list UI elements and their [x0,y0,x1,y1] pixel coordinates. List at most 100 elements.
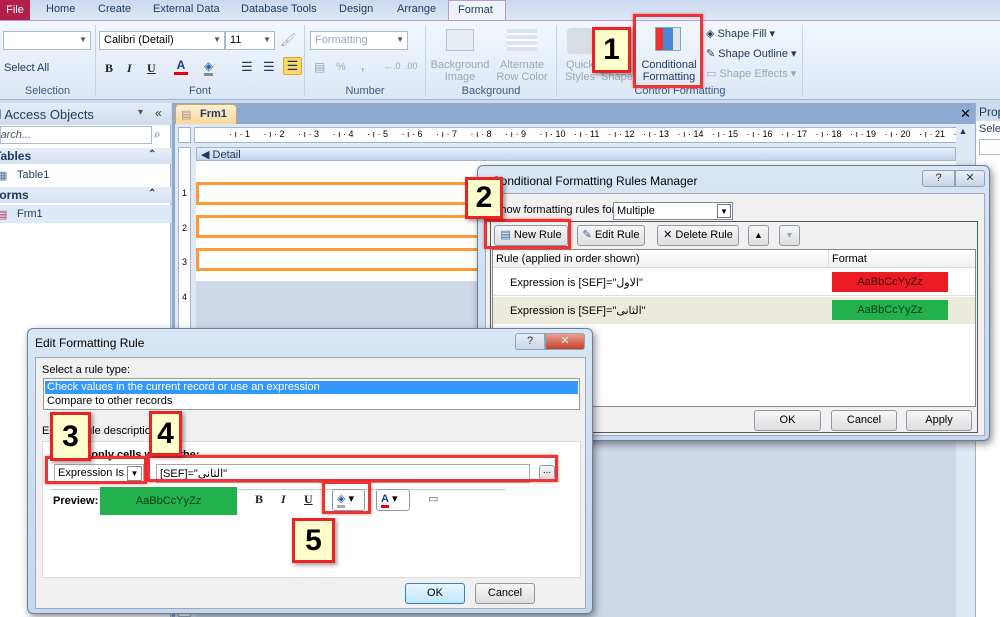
font-size-combo[interactable]: 11 ▼ [225,31,275,50]
rule-type-option-selected[interactable]: Check values in the current record or us… [45,381,578,394]
ok-button[interactable]: OK [405,583,465,604]
scroll-up-arrow[interactable]: ▲ [956,126,970,144]
rule-row[interactable]: Expression is [SEF]="الاول" AaBbCcYyZz [493,269,975,296]
arrow-down-icon: ▼ [785,230,794,240]
tab-design[interactable]: Design [339,3,373,15]
shape-fill-button[interactable]: ◈ Shape Fill ▾ [706,27,775,40]
rule-type-list[interactable]: Check values in the current record or us… [43,378,580,410]
align-left-icon[interactable]: ☰ [241,59,253,75]
ruler-corner [178,127,191,143]
selection-combo[interactable] [979,139,1000,155]
nav-item-frm1[interactable]: ▤ Frm1 [0,205,171,223]
currency-icon[interactable]: ▤ [314,60,325,74]
nav-search-input[interactable]: Search... [0,126,152,144]
italic-toggle[interactable]: I [281,492,286,507]
ribbon: ▼ Select All Selection Calibri (Detail) ▼… [0,20,1000,100]
alternate-row-color-icon [507,29,537,51]
detail-section-bar[interactable]: ◀ Detail [196,147,956,161]
background-image-icon [446,29,474,51]
tab-file[interactable]: File [0,0,30,21]
collapse-pane-icon[interactable]: « [155,106,162,120]
ruler-tick-label: · ı · 16 [746,129,773,139]
group-separator [556,25,557,97]
underline-button[interactable]: U [147,61,156,76]
close-document-icon[interactable]: ✕ [960,106,971,122]
number-format-combo[interactable]: Formatting ▼ [310,31,408,50]
increase-decimals-icon[interactable]: ←.0 [384,61,401,71]
background-image-button[interactable]: Background Image [430,59,490,83]
font-color-button[interactable]: A ▾ [376,489,410,511]
bold-button[interactable]: B [105,61,113,76]
search-placeholder: Search... [0,129,32,141]
nav-item-table1[interactable]: ▦ Table1 [0,166,171,184]
tab-home[interactable]: Home [46,3,75,15]
close-button[interactable]: ✕ [545,333,585,350]
percent-button[interactable]: % [336,61,346,73]
nav-header[interactable]: All Access Objects ▾ « [0,103,171,125]
bold-toggle[interactable]: B [255,492,263,507]
nav-section-tables[interactable]: Tables ⌃ [0,148,171,164]
apply-button[interactable]: Apply [906,410,972,431]
enable-control-icon[interactable]: ▭ [428,492,438,505]
edit-rule-button[interactable]: ✎ Edit Rule [577,225,645,246]
align-center-icon[interactable]: ☰ [263,59,275,75]
delete-rule-button[interactable]: ✕ Delete Rule [657,225,739,246]
tab-database-tools[interactable]: Database Tools [241,3,317,15]
underline-toggle[interactable]: U [304,492,313,507]
column-header-format: Format [832,253,867,265]
shape-outline-label: Shape Outline [718,48,788,60]
align-right-icon[interactable]: ☰ [283,57,302,75]
ruler-tick-label: · ı · 20 [884,129,911,139]
move-up-button[interactable]: ▲ [748,225,769,246]
cancel-button[interactable]: Cancel [475,583,535,604]
tab-frm1[interactable]: ▤ Frm1 [175,104,237,124]
rule-text: Expression is [SEF]="الاول" [510,277,643,289]
tab-create[interactable]: Create [98,3,131,15]
form-icon: ▤ [0,209,8,221]
font-color-icon[interactable]: A [174,58,188,75]
close-button[interactable]: ✕ [955,170,985,187]
chevron-down-icon: ▼ [79,35,87,44]
ruler-tick-label: 1 [182,188,188,198]
ruler-tick-label: 2 [182,222,188,233]
chevron-down-icon[interactable]: ▾ [138,107,143,118]
fill-color-icon[interactable]: ◈ [204,59,214,76]
font-name-combo[interactable]: Calibri (Detail) ▼ [99,31,225,50]
alternate-row-color-button[interactable]: Alternate Row Color [492,59,552,83]
dialog-title: Conditional Formatting Rules Manager [492,174,698,188]
italic-button[interactable]: I [127,61,132,76]
ok-button[interactable]: OK [754,410,821,431]
table-icon: ▦ [0,170,8,182]
highlight-new-rule [484,219,571,249]
chevron-down-icon: ▼ [263,35,271,44]
object-combo[interactable]: ▼ [3,31,91,50]
ruler-tick-label: · ı · 12 [608,129,635,139]
shape-outline-button[interactable]: ✎ Shape Outline ▾ [706,47,797,60]
nav-section-forms[interactable]: Forms ⌃ [0,187,171,203]
tab-format[interactable]: Format [448,0,506,22]
cancel-button[interactable]: Cancel [831,410,897,431]
help-button[interactable]: ? [922,170,955,187]
search-icon[interactable]: ⌕ [154,127,161,142]
format-painter-icon[interactable]: 🖌 [280,32,297,48]
show-rules-for-select[interactable]: Multiple ▼ [613,202,733,220]
highlight-fill-color [322,481,371,514]
move-down-button[interactable]: ▼ [779,225,800,246]
select-all-button[interactable]: Select All [4,62,49,74]
ruler-tick-label: · ı · 7 [436,129,458,139]
callout-2: 2 [465,177,503,219]
help-button[interactable]: ? [515,333,545,350]
preview-sample: AaBbCcYyZz [100,487,237,515]
collapse-icon: ⌃ [148,188,157,199]
comma-button[interactable]: , [361,59,364,73]
decrease-decimals-icon[interactable]: .00 [405,61,418,71]
tab-external-data[interactable]: External Data [153,3,220,15]
rule-row-selected[interactable]: Expression is [SEF]="الثانى" AaBbCcYyZz [493,297,975,324]
quick-styles-icon [567,28,593,54]
horizontal-ruler: · ı · 1 · ı · 2 · ı · 3 · ı · 4 · ı · 5 · ı ·… [194,127,964,143]
shape-fill-label: Shape Fill [717,28,767,40]
shape-effects-button[interactable]: ▭ Shape Effects ▾ [706,67,796,80]
ruler-tick-label: · ı · 2 [263,129,285,139]
rule-type-option[interactable]: Compare to other records [45,395,578,408]
tab-arrange[interactable]: Arrange [397,3,436,15]
